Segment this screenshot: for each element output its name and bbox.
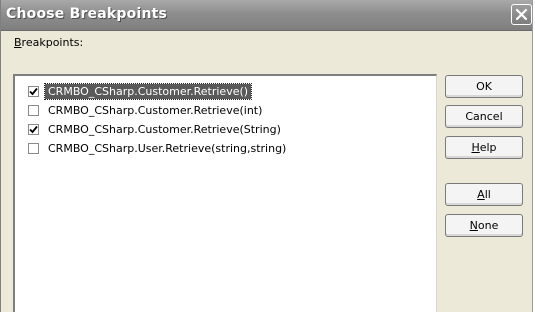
- check-icon: [29, 125, 38, 134]
- select-all-button[interactable]: All: [445, 183, 523, 206]
- check-icon: [29, 87, 38, 96]
- close-icon: [515, 8, 528, 21]
- help-button[interactable]: Help: [445, 136, 523, 159]
- item-label: CRMBO_CSharp.Customer.Retrieve(): [43, 82, 253, 100]
- cancel-button[interactable]: Cancel: [445, 105, 523, 128]
- help-accelerator: H: [471, 141, 480, 154]
- none-label: one: [477, 219, 499, 232]
- item-checkbox[interactable]: [28, 123, 39, 135]
- item-checkbox[interactable]: [28, 85, 39, 97]
- breakpoints-list[interactable]: CRMBO_CSharp.Customer.Retrieve() CRMBO_C…: [13, 74, 437, 312]
- item-checkbox[interactable]: [28, 142, 39, 154]
- all-label: ll: [484, 188, 491, 201]
- breakpoints-label-accelerator: B: [14, 36, 22, 49]
- none-accelerator: N: [469, 219, 478, 232]
- breakpoints-label-text: reakpoints:: [21, 36, 84, 49]
- title-bar[interactable]: Choose Breakpoints: [1, 0, 532, 31]
- item-checkbox[interactable]: [28, 104, 39, 116]
- list-item[interactable]: CRMBO_CSharp.Customer.Retrieve(int): [28, 101, 265, 119]
- help-label: elp: [479, 141, 497, 154]
- window-title: Choose Breakpoints: [6, 6, 168, 22]
- ok-button[interactable]: OK: [445, 75, 523, 98]
- item-label: CRMBO_CSharp.Customer.Retrieve(String): [48, 122, 281, 136]
- item-label: CRMBO_CSharp.Customer.Retrieve(int): [48, 103, 263, 117]
- list-item[interactable]: CRMBO_CSharp.Customer.Retrieve(): [28, 82, 253, 100]
- select-none-button[interactable]: None: [445, 214, 523, 237]
- choose-breakpoints-dialog: Choose Breakpoints Breakpoints: CRMBO_CS…: [0, 0, 533, 312]
- list-item[interactable]: CRMBO_CSharp.User.Retrieve(string,string…: [28, 139, 289, 157]
- list-item[interactable]: CRMBO_CSharp.Customer.Retrieve(String): [28, 120, 284, 138]
- breakpoints-label: Breakpoints:: [14, 36, 83, 49]
- all-accelerator: A: [477, 188, 485, 201]
- close-button[interactable]: [511, 4, 532, 25]
- item-label: CRMBO_CSharp.User.Retrieve(string,string…: [48, 141, 287, 155]
